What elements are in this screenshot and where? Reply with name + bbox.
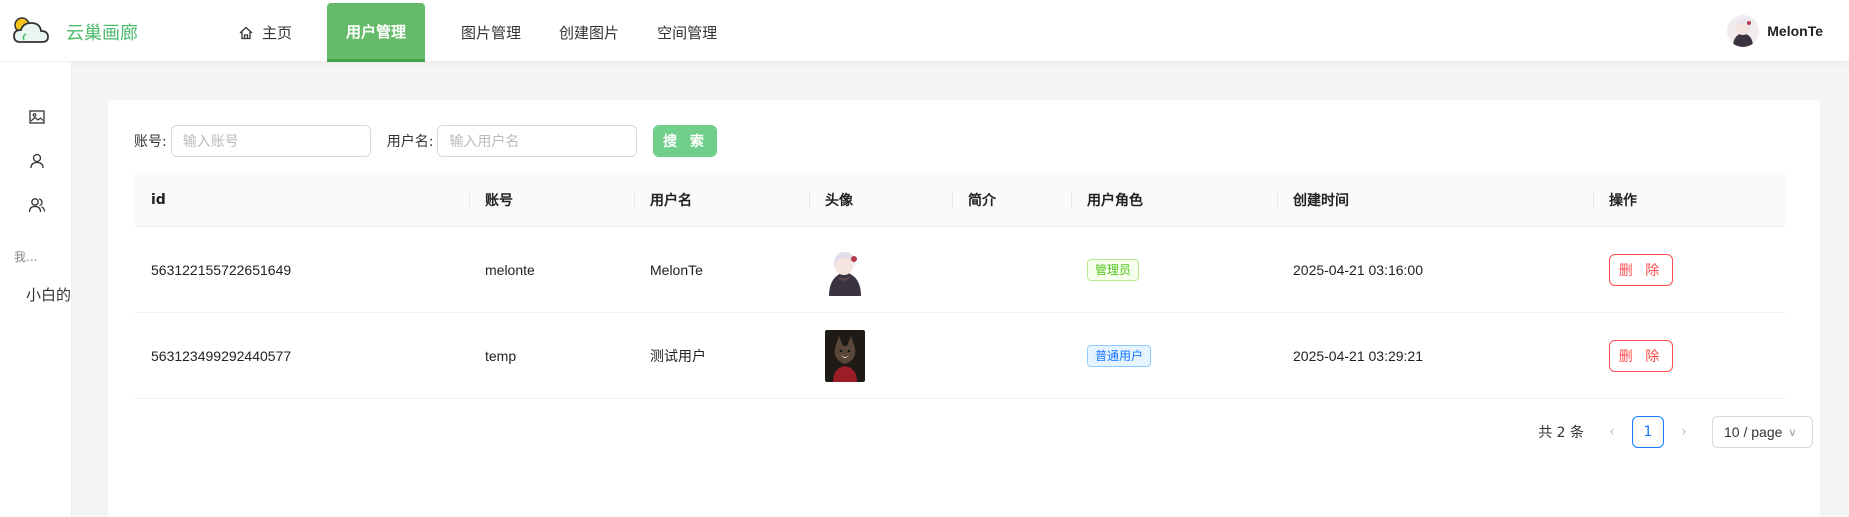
table-row[interactable]: 563122155722651649 melonte MelonTe 管理员 2…	[135, 227, 1785, 313]
chevron-down-icon: ∨	[1788, 426, 1797, 439]
nav-image-management[interactable]: 图片管理	[442, 3, 540, 62]
delete-button[interactable]: 删 除	[1609, 339, 1673, 372]
nav-user-management[interactable]: 用户管理	[327, 3, 426, 62]
cell-username: 测试用户	[650, 347, 706, 364]
cell-intro	[952, 227, 1071, 312]
column-header[interactable]: 简介	[952, 173, 1071, 226]
cell-id: 563123499292440577	[151, 347, 292, 364]
cell-avatar	[809, 227, 952, 312]
cell-actions: 删 除	[1593, 227, 1785, 312]
image-icon[interactable]	[28, 108, 46, 126]
cell-created-time: 2025-04-21 03:16:00	[1293, 261, 1423, 278]
account-input[interactable]: 输入账号	[170, 125, 371, 157]
pagination: 共 2 条 ‹ 1 › 10 / page ∨	[1538, 416, 1813, 448]
user-avatar-image[interactable]	[825, 329, 865, 382]
cell-username: MelonTe	[650, 261, 703, 278]
role-badge-user: 普通用户	[1087, 344, 1152, 367]
content-card: 账号: 输入账号 用户名: 输入用户名 搜 索 id 账号 用户名 头像 简介 …	[108, 100, 1820, 517]
username-label: 用户名:	[386, 134, 434, 150]
user-avatar[interactable]	[1727, 15, 1760, 47]
cell-created-time: 2025-04-21 03:29:21	[1293, 347, 1423, 364]
column-header[interactable]: 头像	[809, 173, 952, 226]
prev-page-icon[interactable]: ‹	[1596, 416, 1628, 448]
team-icon[interactable]	[28, 196, 46, 214]
nav-create-image[interactable]: 创建图片	[540, 3, 638, 62]
next-page-icon[interactable]: ›	[1668, 416, 1700, 448]
sidebar-item-space[interactable]: 小白的	[26, 284, 72, 305]
cloud-logo-icon[interactable]	[10, 12, 54, 48]
home-icon	[239, 26, 253, 39]
page-size-value: 10 / page	[1724, 424, 1783, 440]
nav-home-label: 主页	[262, 24, 293, 42]
cell-id: 563122155722651649	[151, 261, 292, 278]
sidebar: 我... 小白的	[0, 62, 72, 517]
nav-home[interactable]: 主页	[220, 3, 310, 62]
nav-space-management[interactable]: 空间管理	[638, 3, 736, 62]
cell-account: melonte	[485, 261, 535, 278]
user-table: id 账号 用户名 头像 简介 用户角色 创建时间 操作 56312215572…	[135, 173, 1785, 399]
cell-role: 普通用户	[1071, 313, 1277, 398]
cell-role: 管理员	[1071, 227, 1277, 312]
table-row[interactable]: 563123499292440577 temp 测试用户 普通用户 2025-0…	[135, 313, 1785, 399]
user-menu[interactable]: MelonTe	[1727, 15, 1823, 47]
username: MelonTe	[1767, 23, 1823, 39]
column-header[interactable]: 账号	[469, 173, 634, 226]
cell-avatar	[809, 313, 952, 398]
account-label: 账号:	[134, 134, 167, 150]
cell-account: temp	[485, 347, 517, 364]
delete-button[interactable]: 删 除	[1609, 253, 1673, 286]
column-header[interactable]: id	[135, 173, 469, 226]
sidebar-section-label: 我...	[14, 250, 38, 264]
table-header: id 账号 用户名 头像 简介 用户角色 创建时间 操作	[135, 173, 1785, 227]
cell-actions: 删 除	[1593, 313, 1785, 398]
role-badge-admin: 管理员	[1087, 258, 1140, 281]
cell-intro	[952, 313, 1071, 398]
column-header[interactable]: 用户角色	[1071, 173, 1277, 226]
user-icon[interactable]	[28, 152, 46, 170]
search-form: 账号: 输入账号 用户名: 输入用户名 搜 索	[134, 125, 718, 157]
username-input[interactable]: 输入用户名	[437, 125, 638, 157]
main-nav: 主页 用户管理 图片管理 创建图片 空间管理	[220, 3, 736, 62]
page-size-select[interactable]: 10 / page ∨	[1712, 416, 1813, 448]
user-avatar-image[interactable]	[825, 243, 865, 296]
page-number[interactable]: 1	[1632, 416, 1664, 448]
site-title[interactable]: 云巢画廊	[66, 19, 138, 45]
column-header[interactable]: 用户名	[634, 173, 809, 226]
total-count: 共 2 条	[1538, 425, 1584, 441]
top-header: 云巢画廊 主页 用户管理 图片管理 创建图片 空间管理 MelonTe	[0, 0, 1849, 62]
search-button[interactable]: 搜 索	[653, 125, 718, 157]
column-header[interactable]: 操作	[1593, 173, 1785, 226]
column-header[interactable]: 创建时间	[1277, 173, 1593, 226]
